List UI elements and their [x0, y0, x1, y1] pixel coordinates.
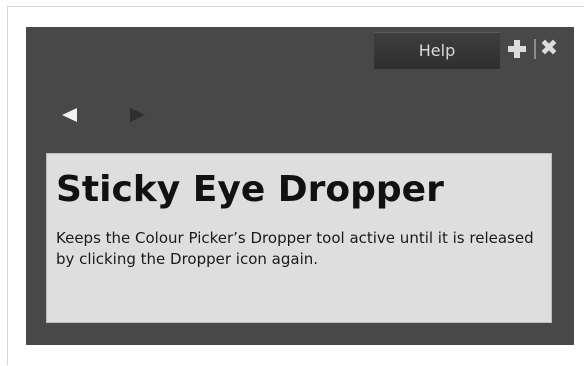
help-panel: Help ✖ Sticky Eye Dropper Keeps the Colo… [26, 27, 574, 345]
help-content: Sticky Eye Dropper Keeps the Colour Pick… [46, 153, 552, 323]
help-tab[interactable]: Help [374, 32, 500, 69]
arrow-left-icon[interactable] [62, 108, 77, 122]
titlebar-divider [534, 39, 536, 59]
description-text: Keeps the Colour Picker’s Dropper tool a… [56, 229, 534, 268]
panel-titlebar: Help ✖ [26, 27, 574, 69]
plus-icon[interactable] [506, 38, 528, 60]
arrow-right-icon[interactable] [130, 108, 145, 122]
close-icon[interactable]: ✖ [539, 38, 559, 60]
page-title: Sticky Eye Dropper [56, 169, 444, 210]
